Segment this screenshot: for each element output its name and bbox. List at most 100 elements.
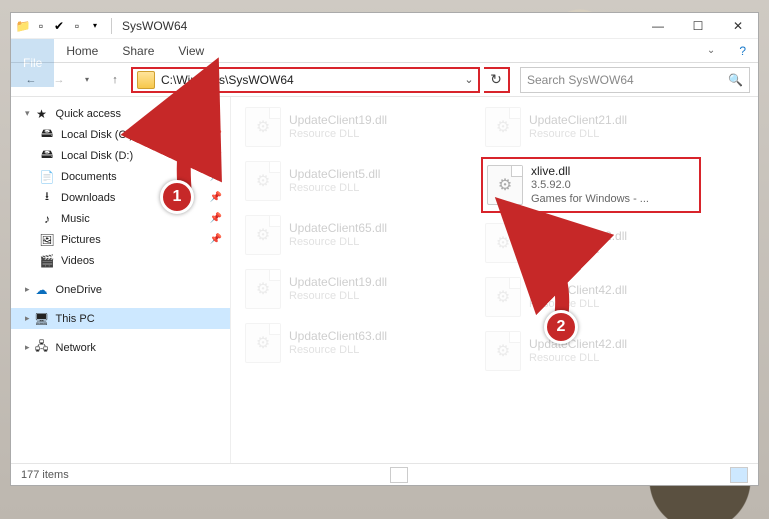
dll-file-icon: ⚙: [485, 277, 521, 317]
dll-file-icon: ⚙: [485, 107, 521, 147]
address-bar[interactable]: C:\Windows\SysWOW64 ⌄: [131, 67, 480, 93]
file-desc: Resource DLL: [289, 290, 387, 304]
file-name: UpdateClient19.dll: [289, 275, 387, 290]
recent-drop-icon[interactable]: ▾: [75, 68, 99, 92]
file-desc: Resource DLL: [529, 298, 627, 312]
pin-icon: 📌: [210, 213, 222, 224]
sidebar-onedrive[interactable]: ▸☁OneDrive: [11, 279, 230, 300]
sidebar-network[interactable]: ▸🖧Network: [11, 337, 230, 358]
drive-icon: 🖴: [39, 127, 55, 143]
file-desc: Resource DLL: [289, 128, 387, 142]
tab-file[interactable]: File: [11, 39, 54, 87]
qat-icon[interactable]: ▫: [33, 18, 49, 34]
pc-icon: 🖥: [34, 311, 50, 327]
sidebar-item-pictures[interactable]: 🖼Pictures📌: [11, 229, 230, 250]
file-name: UpdateClient5.dll: [289, 167, 380, 182]
up-button[interactable]: ↑: [103, 68, 127, 92]
file-desc: Resource DLL: [289, 236, 387, 250]
dll-file-icon: ⚙: [245, 161, 281, 201]
file-desc: Resource DLL: [289, 344, 387, 358]
file-name: UpdateClient42.dll: [529, 283, 627, 298]
pin-icon: 📌: [210, 192, 222, 203]
file-desc: Resource DLL: [289, 182, 380, 196]
sidebar-item-videos[interactable]: 🎬Videos: [11, 250, 230, 271]
file-item[interactable]: ⚙ UpdateClient42.dllResource DLL: [481, 273, 701, 321]
file-name: xlive.dll: [531, 164, 649, 179]
view-large-icon[interactable]: [730, 467, 748, 483]
sidebar-item-music[interactable]: ♪Music📌: [11, 208, 230, 229]
file-item[interactable]: ⚙UpdateClient63.dllResource DLL: [241, 319, 461, 367]
music-icon: ♪: [39, 211, 55, 227]
tab-view[interactable]: View: [166, 39, 216, 62]
tab-share[interactable]: Share: [110, 39, 166, 62]
file-item[interactable]: ⚙ UpdateClient42.dllResource DLL: [481, 219, 701, 267]
explorer-window: 📁 ▫ ✔ ▫ ▾ SysWOW64 — ☐ ✕ File Home Share…: [10, 12, 759, 486]
help-icon[interactable]: ?: [727, 39, 758, 62]
nav-row: ← → ▾ ↑ C:\Windows\SysWOW64 ⌄ ↻ Search S…: [11, 63, 758, 97]
file-desc: Games for Windows - ...: [531, 193, 649, 207]
file-desc: Resource DLL: [529, 128, 627, 142]
ribbon: File Home Share View ⌄ ?: [11, 39, 758, 63]
dll-file-icon: ⚙: [245, 215, 281, 255]
qat-icon[interactable]: ✔: [51, 18, 67, 34]
folder-icon: 📁: [15, 18, 31, 34]
pin-icon: 📌: [210, 234, 222, 245]
sidebar-quick-access[interactable]: ▾ ★ Quick access: [11, 103, 230, 124]
sidebar-item-downloads[interactable]: ⭳Downloads📌: [11, 187, 230, 208]
chevron-right-icon: ▸: [25, 313, 30, 324]
status-bar: 177 items: [11, 463, 758, 485]
star-icon: ★: [34, 106, 50, 122]
view-details-icon[interactable]: [390, 467, 408, 483]
file-item[interactable]: ⚙ UpdateClient65.dllResource DLL: [241, 211, 461, 259]
file-desc: Resource DLL: [529, 352, 627, 366]
file-name: UpdateClient63.dll: [289, 329, 387, 344]
file-list[interactable]: ⚙UpdateClient19.dllResource DLL⚙UpdateCl…: [231, 97, 758, 463]
file-name: UpdateClient65.dll: [289, 221, 387, 236]
minimize-button[interactable]: —: [638, 13, 678, 39]
address-text[interactable]: C:\Windows\SysWOW64: [159, 71, 460, 89]
quick-access-toolbar: 📁 ▫ ✔ ▫ ▾: [11, 18, 107, 34]
dll-file-icon: ⚙: [245, 107, 281, 147]
videos-icon: 🎬: [39, 253, 55, 269]
file-name: UpdateClient21.dll: [529, 113, 627, 128]
titlebar: 📁 ▫ ✔ ▫ ▾ SysWOW64 — ☐ ✕: [11, 13, 758, 39]
file-item[interactable]: ⚙ UpdateClient21.dllResource DLL: [481, 103, 701, 151]
file-item[interactable]: ⚙ UpdateClient19.dllResource DLL: [241, 265, 461, 313]
file-name: UpdateClient19.dll: [289, 113, 387, 128]
dll-file-icon: ⚙: [245, 269, 281, 309]
qat-icon[interactable]: ▫: [69, 18, 85, 34]
close-button[interactable]: ✕: [718, 13, 758, 39]
address-drop-icon[interactable]: ⌄: [460, 73, 478, 86]
pin-icon: 📌: [210, 150, 222, 161]
chevron-down-icon: ▾: [25, 108, 30, 119]
dll-file-icon: ⚙: [487, 165, 523, 205]
refresh-button[interactable]: ↻: [484, 67, 510, 93]
file-item[interactable]: ⚙ UpdateClient42.dllResource DLL: [481, 327, 701, 375]
pin-icon: 📌: [210, 129, 222, 140]
sidebar-this-pc[interactable]: ▸🖥This PC: [11, 308, 230, 329]
pictures-icon: 🖼: [39, 232, 55, 248]
documents-icon: 📄: [39, 169, 55, 185]
ribbon-expand-icon[interactable]: ⌄: [695, 39, 727, 62]
search-box[interactable]: Search SysWOW64 🔍: [520, 67, 750, 93]
maximize-button[interactable]: ☐: [678, 13, 718, 39]
drive-icon: 🖴: [39, 148, 55, 164]
file-name: UpdateClient42.dll: [529, 337, 627, 352]
tab-home[interactable]: Home: [54, 39, 110, 62]
chevron-right-icon: ▸: [25, 284, 30, 295]
file-item[interactable]: ⚙ UpdateClient5.dllResource DLL: [241, 157, 461, 205]
dll-file-icon: ⚙: [485, 223, 521, 263]
file-item[interactable]: ⚙ UpdateClient19.dllResource DLL: [241, 103, 461, 151]
downloads-icon: ⭳: [39, 190, 55, 206]
sidebar-item-documents[interactable]: 📄Documents📌: [11, 166, 230, 187]
chevron-right-icon: ▸: [25, 342, 30, 353]
window-title: SysWOW64: [116, 19, 187, 33]
file-item[interactable]: ⚙xlive.dll3.5.92.0Games for Windows - ..…: [481, 157, 701, 213]
qat-drop-icon[interactable]: ▾: [87, 18, 103, 34]
dll-file-icon: ⚙: [485, 331, 521, 371]
sidebar-item-local-c[interactable]: 🖴Local Disk (C:)📌: [11, 124, 230, 145]
sidebar-item-local-d[interactable]: 🖴Local Disk (D:)📌: [11, 145, 230, 166]
pin-icon: 📌: [210, 171, 222, 182]
file-name: UpdateClient42.dll: [529, 229, 627, 244]
file-desc: Resource DLL: [529, 244, 627, 258]
